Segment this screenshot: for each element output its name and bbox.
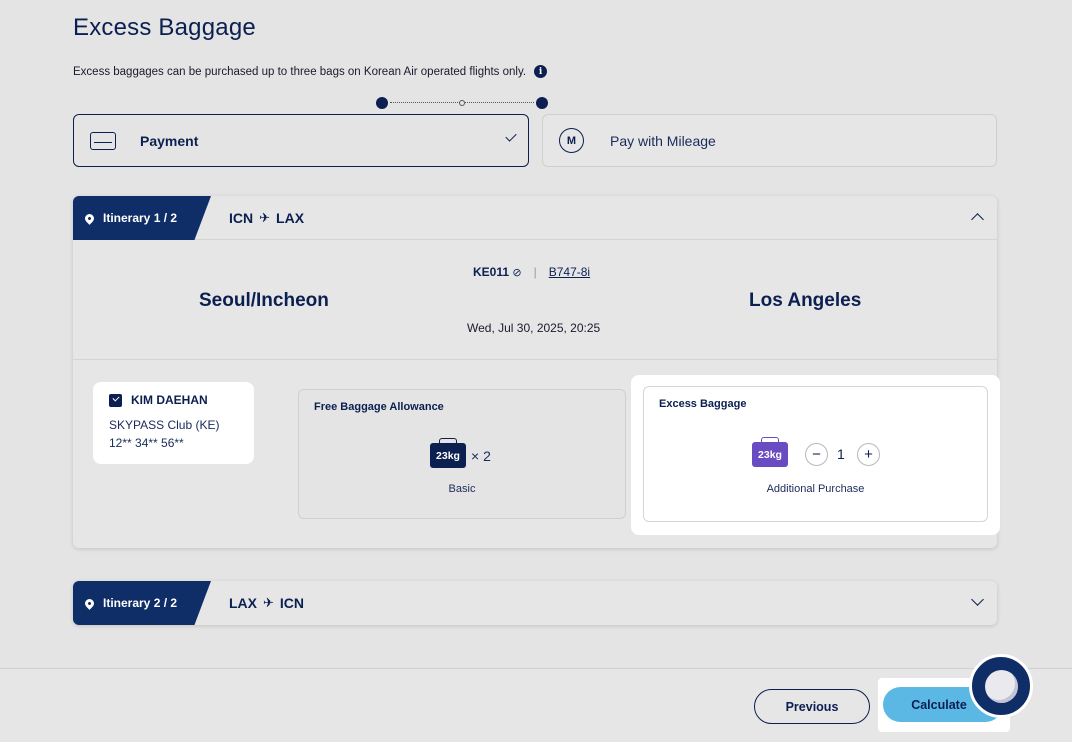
departure-plane-icon	[376, 97, 388, 109]
mileage-option-label: Pay with Mileage	[610, 132, 716, 149]
expand-chevron-icon[interactable]	[971, 593, 984, 606]
itinerary-2-card[interactable]: Itinerary 2 / 2 LAX ✈ ICN	[73, 581, 997, 625]
itinerary-1-tab: Itinerary 1 / 2	[73, 196, 211, 240]
aircraft-link[interactable]: B747-8i	[549, 265, 590, 279]
chat-bubble-icon	[984, 669, 1018, 703]
excess-quantity: 1	[837, 446, 845, 462]
suitcase-icon: 23kg	[430, 438, 466, 468]
flight-info: KE011 ⊘ | B747-8i Seoul/Incheon Los Ange…	[73, 240, 997, 360]
itinerary-2-tab: Itinerary 2 / 2	[73, 581, 211, 625]
route-dest-code: ICN	[279, 595, 305, 611]
itinerary-2-tab-label: Itinerary 2 / 2	[103, 596, 178, 610]
subtitle-text: Excess baggages can be purchased up to t…	[73, 65, 527, 78]
excess-baggage-title: Excess Baggage	[659, 398, 747, 410]
route-origin-code: LAX	[229, 595, 257, 611]
passenger-name: KIM DAEHAN	[131, 393, 208, 407]
membership: SKYPASS Club (KE)	[109, 418, 220, 432]
suitcase-icon: 23kg	[752, 437, 788, 467]
itinerary-1-route: ICN ✈ LAX	[229, 210, 304, 226]
passenger-checkbox[interactable]	[109, 393, 122, 407]
passenger-card[interactable]: KIM DAEHAN SKYPASS Club (KE) 12** 34** 5…	[93, 382, 254, 464]
free-baggage-box: Free Baggage Allowance 23kg × 2 Basic	[298, 389, 626, 519]
itinerary-1-header[interactable]: Itinerary 1 / 2 ICN ✈ LAX	[73, 196, 997, 240]
departure-datetime: Wed, Jul 30, 2025, 20:25	[467, 321, 601, 335]
free-baggage-title: Free Baggage Allowance	[314, 401, 444, 413]
checkmark-icon	[505, 130, 517, 142]
collapse-chevron-icon[interactable]	[971, 213, 984, 226]
divider: |	[533, 265, 537, 279]
info-icon[interactable]: i	[534, 65, 548, 78]
arrival-plane-icon	[536, 97, 548, 109]
mileage-option[interactable]: M Pay with Mileage	[542, 114, 997, 167]
previous-button[interactable]: Previous	[754, 689, 870, 724]
excess-baggage-caption: Additional Purchase	[766, 483, 865, 495]
excess-baggage-box: Excess Baggage 23kg − 1 + Additional Pur…	[643, 386, 988, 522]
location-pin-icon	[83, 596, 96, 610]
midpoint-dot	[459, 100, 465, 106]
membership-number: 12** 34** 56**	[109, 436, 184, 450]
route-origin-code: ICN	[229, 210, 254, 226]
page-subtitle: Excess baggages can be purchased up to t…	[73, 65, 548, 78]
itinerary-2-header[interactable]: Itinerary 2 / 2 LAX ✈ ICN	[73, 581, 997, 625]
codeshare-icon: ⊘	[512, 267, 522, 279]
mileage-icon: M	[559, 128, 584, 153]
excess-baggage-highlight: Excess Baggage 23kg − 1 + Additional Pur…	[631, 375, 1000, 535]
itinerary-1-tab-label: Itinerary 1 / 2	[103, 211, 178, 225]
free-baggage-count: × 2	[471, 448, 491, 464]
location-pin-icon	[83, 211, 96, 225]
flight-number-row: KE011 ⊘ | B747-8i	[473, 265, 590, 279]
route-dest-code: LAX	[276, 210, 305, 226]
payment-option-label: Payment	[140, 132, 199, 149]
increase-button[interactable]: +	[857, 443, 880, 466]
free-baggage-caption: Basic	[448, 483, 476, 495]
plane-icon: ✈	[259, 210, 271, 225]
origin-city: Seoul/Incheon	[199, 290, 329, 311]
flight-path	[376, 97, 548, 109]
plane-icon: ✈	[263, 595, 274, 610]
page-title: Excess Baggage	[73, 14, 256, 41]
chat-assistant-button[interactable]	[969, 654, 1033, 718]
passenger-name-row: KIM DAEHAN	[109, 393, 238, 407]
destination-city: Los Angeles	[749, 290, 862, 311]
itinerary-2-route: LAX ✈ ICN	[229, 595, 304, 611]
credit-card-icon	[90, 131, 116, 150]
flight-number: KE011 ⊘	[473, 265, 522, 279]
payment-option[interactable]: Payment	[73, 114, 529, 167]
decrease-button[interactable]: −	[805, 443, 828, 466]
